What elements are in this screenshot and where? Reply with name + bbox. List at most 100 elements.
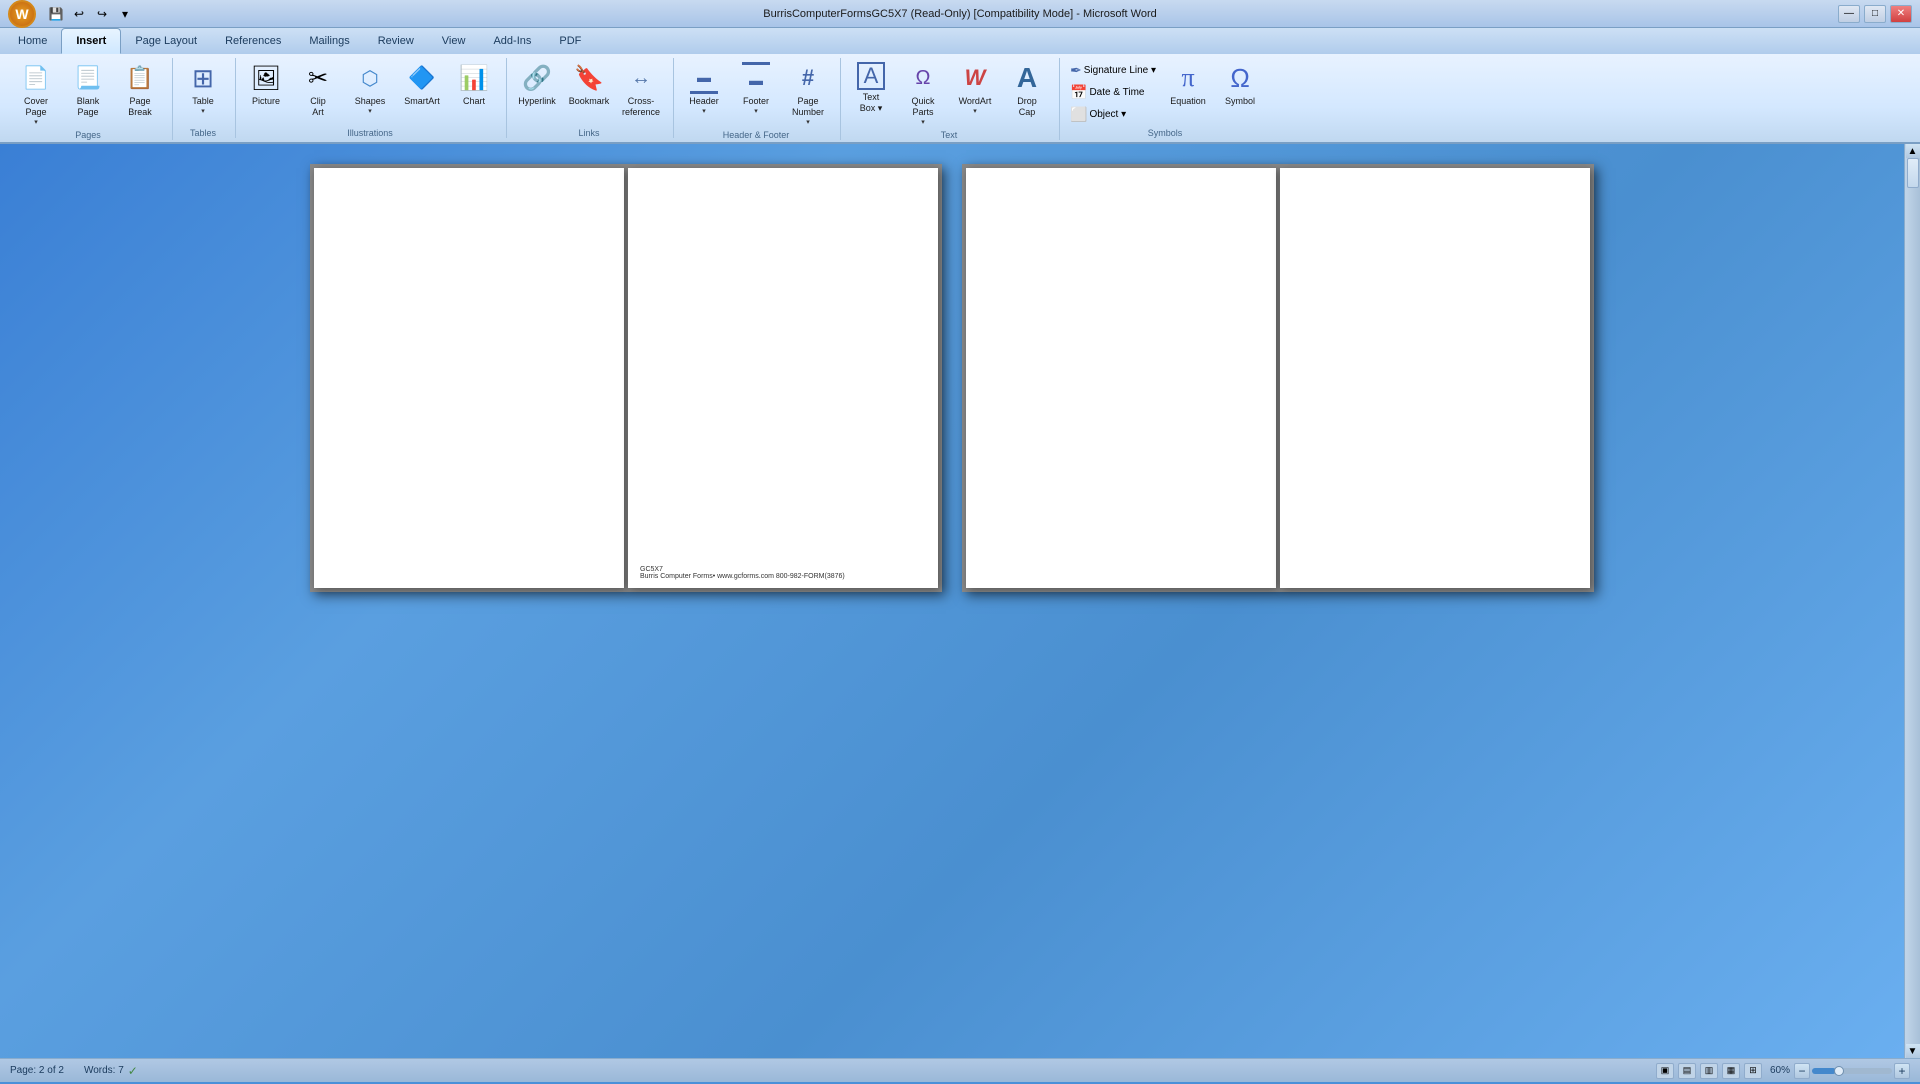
zoom-in-button[interactable]: + <box>1894 1063 1910 1079</box>
redo-button[interactable]: ↪ <box>92 4 112 24</box>
scroll-down-button[interactable]: ▼ <box>1906 1044 1920 1058</box>
chart-label: Chart <box>463 96 485 107</box>
footer-line-1: GC5X7 <box>640 566 845 573</box>
vertical-scrollbar[interactable]: ▲ ▼ <box>1904 144 1920 1058</box>
cover-page-button[interactable]: 📄 CoverPage ▾ <box>12 60 60 128</box>
bookmark-button[interactable]: 🔖 Bookmark <box>565 60 613 109</box>
view-full-screen[interactable]: ▤ <box>1678 1063 1696 1079</box>
undo-button[interactable]: ↩ <box>69 4 89 24</box>
tab-add-ins[interactable]: Add-Ins <box>479 28 545 54</box>
text-group-label: Text <box>847 128 1051 140</box>
cover-page-dropdown-arrow: ▾ <box>34 118 38 126</box>
page-spread-right <box>962 164 1594 592</box>
tab-view[interactable]: View <box>428 28 480 54</box>
drop-cap-label: DropCap <box>1017 96 1037 118</box>
spell-check-icon: ✓ <box>128 1064 138 1078</box>
footer-icon: ▬ <box>742 62 770 94</box>
equation-icon: π <box>1172 62 1204 94</box>
header-button[interactable]: ▬ Header ▾ <box>680 60 728 117</box>
title-bar-left: W 💾 ↩ ↪ ▾ <box>8 0 135 28</box>
page-break-label: PageBreak <box>128 96 152 118</box>
view-print-layout[interactable]: ▣ <box>1656 1063 1674 1079</box>
smart-art-button[interactable]: 🔷 SmartArt <box>398 60 446 109</box>
zoom-slider[interactable] <box>1812 1068 1892 1074</box>
status-bar: Page: 2 of 2 Words: 7 ✓ ▣ ▤ ▥ ▦ ⊞ 60% − … <box>0 1058 1920 1082</box>
header-footer-group-label: Header & Footer <box>680 128 832 140</box>
blank-page-button[interactable]: 📃 BlankPage <box>64 60 112 120</box>
ribbon-group-header-footer: ▬ Header ▾ ▬ Footer ▾ # PageNumber ▾ Hea… <box>676 58 841 140</box>
table-button[interactable]: ⊞ Table ▾ <box>179 60 227 117</box>
object-label: Object ▾ <box>1089 109 1126 120</box>
bookmark-icon: 🔖 <box>573 62 605 94</box>
symbol-button[interactable]: Ω Symbol <box>1216 60 1264 109</box>
maximize-button[interactable]: □ <box>1864 5 1886 23</box>
signature-line-icon: ✒ <box>1070 62 1082 79</box>
zoom-slider-thumb[interactable] <box>1834 1066 1844 1076</box>
word-art-icon: W <box>959 62 991 94</box>
page-number-button[interactable]: # PageNumber ▾ <box>784 60 832 128</box>
tab-insert[interactable]: Insert <box>61 28 121 54</box>
window-title: BurrisComputerFormsGC5X7 (Read-Only) [Co… <box>763 8 1156 20</box>
tab-review[interactable]: Review <box>364 28 428 54</box>
page-status: Page: 2 of 2 <box>10 1065 64 1076</box>
view-outline[interactable]: ▦ <box>1722 1063 1740 1079</box>
tab-pdf[interactable]: PDF <box>545 28 595 54</box>
scroll-track[interactable] <box>1906 158 1920 1044</box>
shapes-button[interactable]: ⬡ Shapes ▾ <box>346 60 394 117</box>
ribbon-group-tables: ⊞ Table ▾ Tables <box>175 58 236 138</box>
zoom-level-label: 60% <box>1770 1065 1790 1076</box>
tab-page-layout[interactable]: Page Layout <box>121 28 211 54</box>
hyperlink-button[interactable]: 🔗 Hyperlink <box>513 60 561 109</box>
footer-button[interactable]: ▬ Footer ▾ <box>732 60 780 117</box>
ribbon-tabs: Home Insert Page Layout References Maili… <box>0 28 1920 54</box>
close-button[interactable]: ✕ <box>1890 5 1912 23</box>
view-web-layout[interactable]: ▥ <box>1700 1063 1718 1079</box>
quick-parts-button[interactable]: Ω QuickParts ▾ <box>899 60 947 128</box>
pages-group-items: 📄 CoverPage ▾ 📃 BlankPage 📋 PageBreak <box>12 60 164 128</box>
picture-button[interactable]: 🖼 Picture <box>242 60 290 109</box>
header-label: Header <box>689 96 719 107</box>
page-2-footer: GC5X7 Burris Computer Forms• www.gcforms… <box>640 566 845 580</box>
quick-access-dropdown[interactable]: ▾ <box>115 4 135 24</box>
zoom-out-button[interactable]: − <box>1794 1063 1810 1079</box>
signature-line-button[interactable]: ✒ Signature Line ▾ <box>1066 60 1160 81</box>
minimize-button[interactable]: — <box>1838 5 1860 23</box>
equation-button[interactable]: π Equation <box>1164 60 1212 109</box>
scroll-thumb[interactable] <box>1907 158 1919 188</box>
clip-art-button[interactable]: ✂ ClipArt <box>294 60 342 120</box>
save-button[interactable]: 💾 <box>46 4 66 24</box>
cross-reference-icon: ↔ <box>625 62 657 94</box>
drop-cap-button[interactable]: A DropCap <box>1003 60 1051 120</box>
picture-icon: 🖼 <box>250 62 282 94</box>
tab-home[interactable]: Home <box>4 28 61 54</box>
view-draft[interactable]: ⊞ <box>1744 1063 1762 1079</box>
footer-line-2: Burris Computer Forms• www.gcforms.com 8… <box>640 573 845 580</box>
cross-reference-button[interactable]: ↔ Cross-reference <box>617 60 665 120</box>
chart-button[interactable]: 📊 Chart <box>450 60 498 109</box>
office-button[interactable]: W <box>8 0 36 28</box>
ribbon-group-symbols: ✒ Signature Line ▾ 📅 Date & Time ⬜ Objec… <box>1062 58 1272 138</box>
page-2: GC5X7 Burris Computer Forms• www.gcforms… <box>628 168 938 588</box>
pages-group-label: Pages <box>12 128 164 140</box>
word-art-button[interactable]: W WordArt ▾ <box>951 60 999 117</box>
zoom-slider-area[interactable]: − + <box>1794 1063 1910 1079</box>
date-time-button[interactable]: 📅 Date & Time <box>1066 82 1160 103</box>
symbol-label: Symbol <box>1225 96 1255 107</box>
symbols-stack: ✒ Signature Line ▾ 📅 Date & Time ⬜ Objec… <box>1066 60 1160 125</box>
smart-art-icon: 🔷 <box>406 62 438 94</box>
words-status: Words: 7 ✓ <box>84 1064 138 1078</box>
page-break-button[interactable]: 📋 PageBreak <box>116 60 164 120</box>
equation-label: Equation <box>1170 96 1206 107</box>
text-box-icon: A <box>857 62 885 90</box>
quick-parts-icon: Ω <box>907 62 939 94</box>
document-scroll-area[interactable]: GC5X7 Burris Computer Forms• www.gcforms… <box>0 144 1904 1058</box>
scroll-up-button[interactable]: ▲ <box>1906 144 1920 158</box>
header-icon: ▬ <box>690 62 718 94</box>
footer-dropdown-arrow: ▾ <box>754 107 758 115</box>
tab-mailings[interactable]: Mailings <box>295 28 363 54</box>
cover-page-label: CoverPage <box>24 96 48 118</box>
tab-references[interactable]: References <box>211 28 295 54</box>
text-box-button[interactable]: A TextBox ▾ <box>847 60 895 116</box>
object-button[interactable]: ⬜ Object ▾ <box>1066 104 1160 125</box>
text-group-items: A TextBox ▾ Ω QuickParts ▾ W WordArt ▾ A… <box>847 60 1051 128</box>
